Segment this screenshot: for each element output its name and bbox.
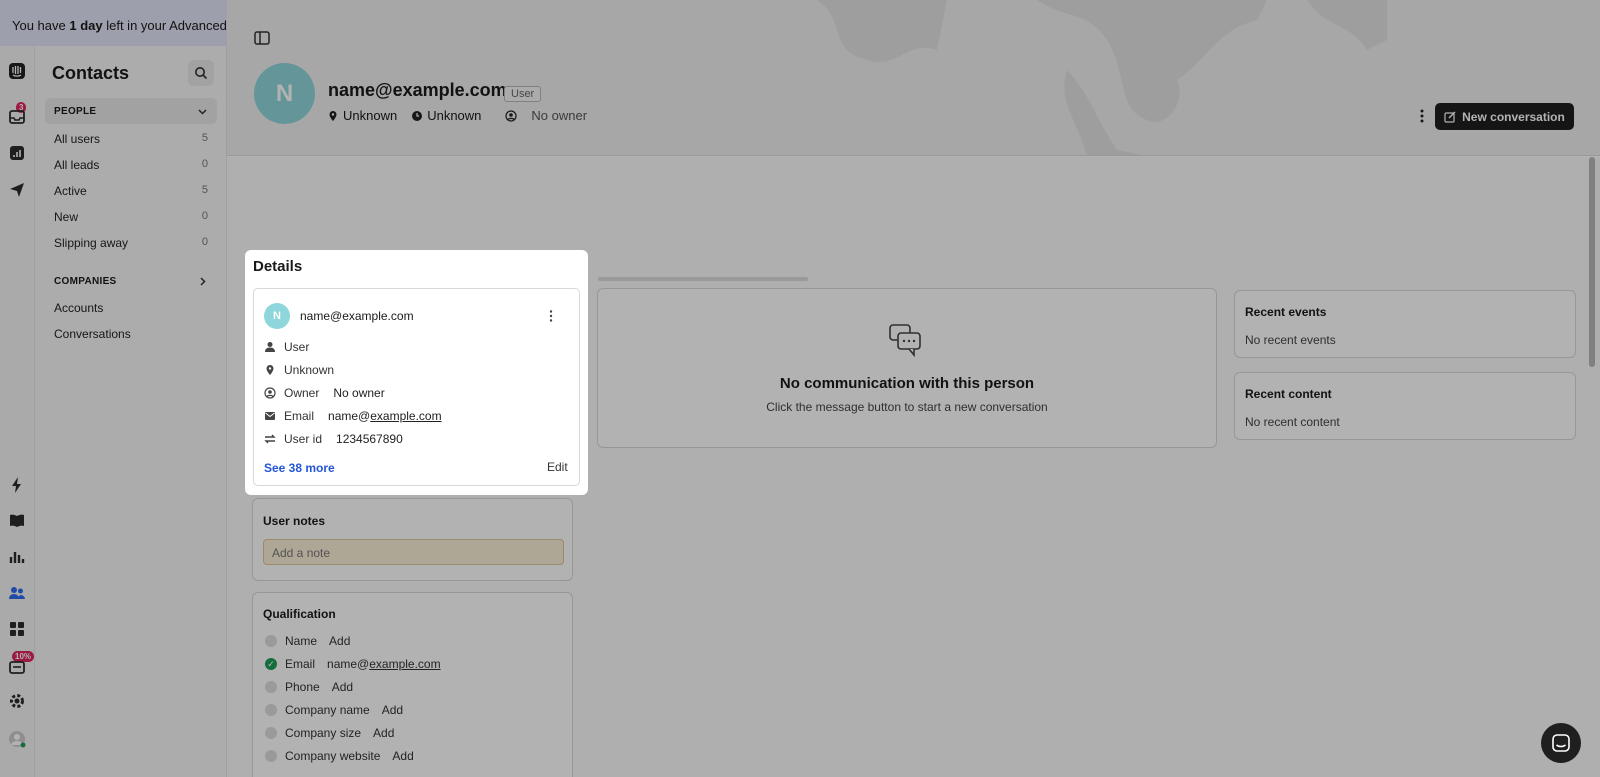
edit-details-button[interactable]: Edit (547, 460, 568, 474)
details-row-role: User (264, 340, 309, 354)
email-domain-link[interactable]: example.com (370, 409, 441, 423)
details-row-location: Unknown (264, 363, 334, 377)
details-email-value: name@example.com (328, 409, 442, 423)
details-spotlight: Details N name@example.com User Unknown … (245, 250, 588, 495)
email-local: name@ (328, 409, 371, 423)
details-owner-label: Owner (284, 386, 320, 400)
messenger-icon (1552, 734, 1570, 752)
details-avatar: N (264, 303, 290, 329)
swap-arrows-icon (264, 434, 276, 444)
envelope-icon (265, 412, 275, 420)
details-email-heading: name@example.com (300, 309, 414, 323)
details-more-icon[interactable] (544, 309, 558, 323)
details-email-label: Email (284, 409, 315, 423)
spotlight-overlay (0, 0, 1600, 777)
details-location: Unknown (284, 363, 335, 377)
details-owner-value[interactable]: No owner (333, 386, 384, 400)
details-userid-value: 1234567890 (336, 432, 403, 446)
user-icon (265, 342, 275, 352)
details-role: User (284, 340, 310, 354)
owner-icon (264, 387, 276, 399)
details-card: N name@example.com User Unknown Owner No… (253, 288, 580, 486)
see-more-link[interactable]: See 38 more (264, 461, 335, 475)
details-row-userid: User id 1234567890 (264, 432, 403, 446)
messenger-launcher-button[interactable] (1541, 723, 1581, 763)
details-userid-label: User id (284, 432, 323, 446)
details-row-owner[interactable]: Owner No owner (264, 386, 385, 400)
details-row-email[interactable]: Email name@example.com (264, 409, 442, 423)
details-title: Details (253, 258, 303, 275)
location-pin-icon (266, 365, 274, 375)
